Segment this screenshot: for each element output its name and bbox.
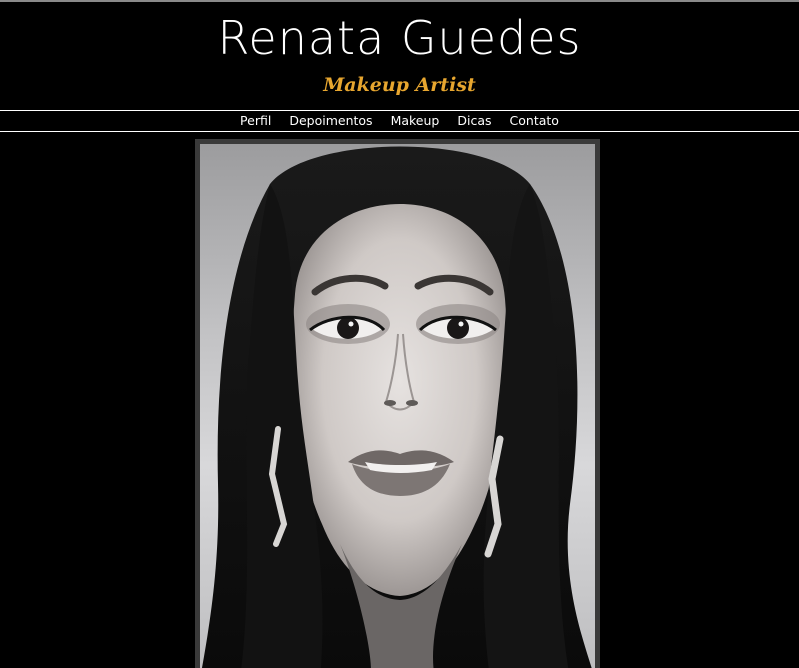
page: Renata Guedes Makeup Artist Perfil Depoi… xyxy=(0,0,799,668)
site-tagline: Makeup Artist xyxy=(323,74,476,96)
main-nav: Perfil Depoimentos Makeup Dicas Contato xyxy=(0,111,799,131)
portrait-frame xyxy=(195,139,600,668)
portrait-photo xyxy=(200,144,595,668)
site-header: Renata Guedes Makeup Artist xyxy=(0,2,799,108)
nav-item-perfil[interactable]: Perfil xyxy=(240,111,271,131)
nav-bottom-divider xyxy=(0,131,799,132)
nav-item-contato[interactable]: Contato xyxy=(510,111,559,131)
nav-item-makeup[interactable]: Makeup xyxy=(391,111,440,131)
nav-item-depoimentos[interactable]: Depoimentos xyxy=(289,111,372,131)
nav-item-dicas[interactable]: Dicas xyxy=(457,111,491,131)
portrait-illustration xyxy=(201,146,592,668)
site-title[interactable]: Renata Guedes xyxy=(0,10,799,66)
